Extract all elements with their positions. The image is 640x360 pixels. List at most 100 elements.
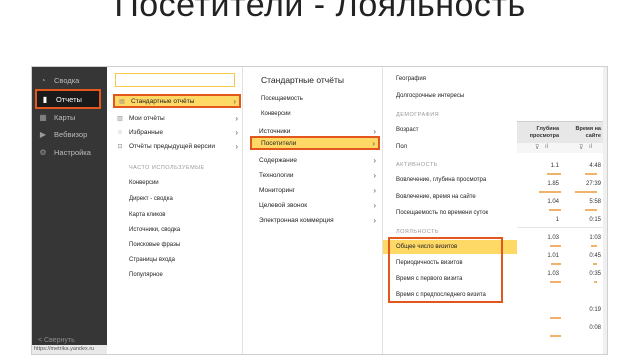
value-bar <box>550 245 561 247</box>
collapse-button[interactable]: < Свернуть <box>38 337 75 344</box>
loyalty-header: ЛОЯЛЬНОСТЬ <box>396 229 439 235</box>
menu-item-conversions[interactable]: Конверсии <box>261 111 291 117</box>
menu-label: Стандартные отчёты <box>131 97 195 105</box>
chevron-right-icon: › <box>373 126 376 136</box>
table-cell: 1.04 <box>547 199 559 205</box>
menu-label: Мониторинг <box>259 186 296 194</box>
menu-favorites[interactable]: ☆ Избранные › <box>115 125 241 139</box>
value-bar <box>550 317 561 319</box>
map-icon: ▦ <box>39 112 47 122</box>
table-cell: 5:58 <box>589 199 601 205</box>
sidebar-item-settings[interactable]: ⚙ Настройка <box>38 144 91 160</box>
value-bar <box>575 191 597 193</box>
table-cell: 27:39 <box>585 181 601 187</box>
table-cell: 0:35 <box>589 271 601 277</box>
sidebar-item-maps[interactable]: ▦ Карты <box>38 109 75 125</box>
menu-item-geography[interactable]: География <box>396 76 426 82</box>
value-bar <box>591 245 597 247</box>
chevron-right-icon: › <box>235 127 238 137</box>
bar-chart-icon[interactable]: ıl <box>589 144 592 150</box>
menu-item-target-call[interactable]: Целевой звонок › <box>259 198 379 212</box>
menu-label: Мои отчёты <box>129 114 165 122</box>
menu-item-engagement-time[interactable]: Вовлечение, время на сайте <box>396 194 476 200</box>
sidebar-item-label: Отчеты <box>56 94 82 104</box>
sidebar-item-label: Настройка <box>54 147 91 157</box>
visitors-submenu: География Долгосрочные интересы ДЕМОГРАФ… <box>382 67 518 354</box>
slide-title: Посетители - Лояльность <box>114 0 526 24</box>
menu-my-reports[interactable]: ▥ Мои отчёты › <box>115 111 241 125</box>
filter-icon[interactable]: ⊽ <box>535 144 539 151</box>
chevron-right-icon: › <box>235 113 238 123</box>
row-divider <box>517 227 603 228</box>
report-icon: ▤ <box>119 98 125 105</box>
value-bar <box>550 335 561 337</box>
table-cell: 0:08 <box>589 325 601 331</box>
menu-item-time-since-previous-visit[interactable]: Время с предпоследнего визита <box>396 292 486 298</box>
menu-item-time-since-first-visit[interactable]: Время с первого визита <box>396 276 462 282</box>
menu-label: Отчёты предыдущей версии <box>129 142 216 150</box>
chevron-right-icon: › <box>373 200 376 210</box>
chevron-right-icon: › <box>373 155 376 165</box>
frequent-item[interactable]: Источники, сводка <box>129 227 180 233</box>
menu-item-technology[interactable]: Технологии › <box>259 168 379 182</box>
menu-item-visit-frequency[interactable]: Периодичность визитов <box>396 260 463 266</box>
table-cell: 1.01 <box>547 253 559 259</box>
report-table: Глубина просмотра Время на сайте ⊽ ıl ⊽ … <box>517 67 607 354</box>
bar-chart-icon[interactable]: ıl <box>545 144 548 150</box>
menu-item-traffic-by-time[interactable]: Посещаемость по времени суток <box>396 210 488 216</box>
menu-item-visitors[interactable]: Посетители › <box>250 136 380 150</box>
menu-item-gender[interactable]: Пол <box>396 144 407 150</box>
table-header: Глубина просмотра Время на сайте <box>517 121 607 143</box>
chevron-right-icon: › <box>233 96 236 106</box>
table-cell: 1.03 <box>547 235 559 241</box>
activity-header: АКТИВНОСТЬ <box>396 162 438 168</box>
table-cell: 1.03 <box>547 271 559 277</box>
scrollbar[interactable] <box>603 67 607 354</box>
value-bar <box>585 173 597 175</box>
menu-label: Целевой звонок <box>259 201 308 209</box>
table-cell: 0:19 <box>589 307 601 313</box>
frequent-item[interactable]: Конверсии <box>129 180 159 186</box>
sidebar-item-webvisor[interactable]: ▶ Вебвизор <box>38 126 87 142</box>
frequent-header: ЧАСТО ИСПОЛЬЗУЕМЫЕ <box>129 165 205 171</box>
value-bar <box>539 191 561 193</box>
standard-reports-menu: Стандартные отчёты Посещаемость Конверси… <box>242 67 382 354</box>
column-header: Стандартные отчёты <box>261 75 344 85</box>
frequent-item[interactable]: Карта кликов <box>129 212 165 218</box>
column-header-depth[interactable]: Глубина просмотра <box>521 126 559 139</box>
menu-item-ecommerce[interactable]: Электронная коммерция › <box>259 213 379 227</box>
menu-label: Источники <box>259 127 291 135</box>
filter-icon[interactable]: ⊽ <box>579 144 583 151</box>
frequent-item[interactable]: Страницы входа <box>129 257 175 263</box>
chevron-right-icon: › <box>373 215 376 225</box>
table-cell: 0:45 <box>589 253 601 259</box>
menu-item-age[interactable]: Возраст <box>396 127 418 133</box>
menu-label: Посетители <box>261 139 297 147</box>
value-bar <box>550 281 561 283</box>
menu-item-engagement-depth[interactable]: Вовлечение, глубина просмотра <box>396 177 486 183</box>
menu-previous-version[interactable]: ⊡ Отчёты предыдущей версии › <box>115 139 241 153</box>
value-bar <box>549 209 561 211</box>
sidebar-item-summary[interactable]: ◔ Сводка <box>38 72 80 88</box>
frequent-item[interactable]: Популярное <box>129 272 163 278</box>
menu-item-long-term-interests[interactable]: Долгосрочные интересы <box>396 93 464 99</box>
menu-item-traffic[interactable]: Посещаемость <box>261 96 303 102</box>
menu-item-content[interactable]: Содержание › <box>259 153 379 167</box>
menu-item-total-visits[interactable]: Общее число визитов <box>396 244 457 250</box>
menu-label: Технологии <box>259 171 294 179</box>
chevron-right-icon: › <box>235 141 238 151</box>
report-search-input[interactable] <box>115 73 235 87</box>
column-header-time[interactable]: Время на сайте <box>563 126 601 139</box>
sidebar-item-reports[interactable]: ▮ Отчеты <box>35 89 101 109</box>
menu-standard-reports[interactable]: ▤ Стандартные отчёты › <box>113 94 241 108</box>
chevron-right-icon: › <box>373 170 376 180</box>
sidebar-item-label: Вебвизор <box>54 129 88 139</box>
menu-item-monitoring[interactable]: Мониторинг › <box>259 183 379 197</box>
frequent-item[interactable]: Поисковые фразы <box>129 242 180 248</box>
table-cell: 4:48 <box>589 163 601 169</box>
frequent-item[interactable]: Директ - сводка <box>129 196 173 202</box>
menu-label: Избранные <box>129 128 163 136</box>
bar-chart-icon: ▮ <box>42 94 48 104</box>
folder-icon: ▥ <box>117 115 123 122</box>
value-bar <box>594 281 597 283</box>
